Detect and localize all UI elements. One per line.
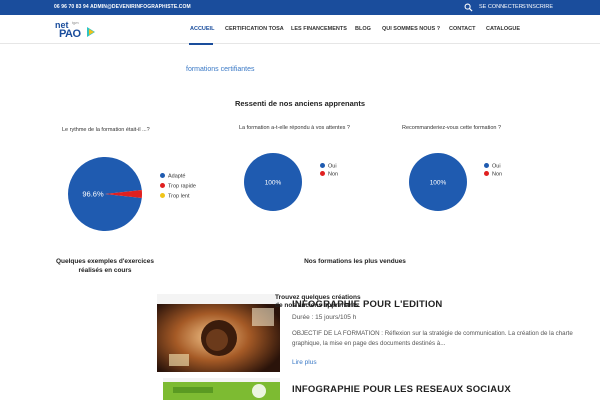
- search-icon[interactable]: [464, 3, 473, 12]
- course-title-reseaux-sociaux[interactable]: INFOGRAPHIE POUR LES RESEAUX SOCIAUX: [292, 384, 511, 395]
- legend-dot-icon: [160, 193, 165, 198]
- contact-info: 06 96 70 83 94 ADMIN@DEVENIRINFOGRAPHIST…: [54, 4, 191, 10]
- legend-dot-icon: [320, 171, 325, 176]
- legend-item-adapté: Adapté: [160, 173, 185, 180]
- course-image-reseaux-sociaux[interactable]: [163, 378, 280, 400]
- nav-accueil[interactable]: ACCUEIL: [190, 26, 214, 32]
- legend-item-oui: Oui: [484, 163, 501, 170]
- course-duration: Durée : 15 jours/105 h: [292, 314, 357, 321]
- legend-label: Adapté: [168, 173, 186, 180]
- legend-item-trop-lent: Trop lent: [160, 193, 190, 200]
- top-bar: 06 96 70 83 94 ADMIN@DEVENIRINFOGRAPHIST…: [0, 0, 600, 15]
- legend-label: Trop rapide: [168, 183, 196, 190]
- pie-chart-rythme: 96.6%: [68, 157, 142, 231]
- login-link[interactable]: SE CONNECTER: [479, 4, 523, 10]
- pie-center-label: 100%: [430, 180, 447, 187]
- nav-qui-sommes-nous[interactable]: QUI SOMMES NOUS ?: [382, 26, 440, 32]
- legend-dot-icon: [320, 163, 325, 168]
- logo-pao: PAO: [59, 28, 81, 40]
- nav-certification-tosa[interactable]: CERTIFICATION TOSA: [225, 26, 284, 32]
- bestsellers-heading: Nos formations les plus vendues: [304, 258, 406, 265]
- logo-arrow-accent-icon: [89, 29, 94, 35]
- question-recommandation: Recommanderiez-vous cette formation ?: [402, 125, 502, 131]
- question-attentes: La formation a-t-elle répondu à vos atte…: [239, 125, 350, 131]
- course-description: OBJECTIF DE LA FORMATION : Réflexion sur…: [292, 330, 573, 347]
- nav-catalogue[interactable]: CATALOGUE: [486, 26, 520, 32]
- survey-title: Ressenti de nos anciens apprenants: [234, 99, 366, 108]
- legend-item-non: Non: [320, 171, 338, 178]
- nav-financements[interactable]: LES FINANCEMENTS: [291, 26, 347, 32]
- site-logo[interactable]: net tgvn PAO: [55, 20, 97, 42]
- logo-tagline: tgvn: [72, 21, 79, 25]
- pie-chart-attentes: 100%: [244, 153, 302, 211]
- signup-link[interactable]: S'INSCRIRE: [522, 4, 553, 10]
- nav-blog[interactable]: BLOG: [355, 26, 371, 32]
- nav-active-indicator: [189, 43, 213, 45]
- examples-heading: Quelques exemples d'exercices réalisés e…: [55, 258, 155, 274]
- legend-label: Trop lent: [168, 193, 190, 200]
- course-title-edition[interactable]: INFOGRAPHIE POUR L'EDITION: [292, 299, 443, 310]
- nav-contact[interactable]: CONTACT: [449, 26, 475, 32]
- legend-dot-icon: [160, 183, 165, 188]
- legend-label: Oui: [492, 163, 501, 170]
- legend-item-non: Non: [484, 171, 502, 178]
- legend-label: Non: [492, 171, 503, 178]
- course-thumbnail: [163, 378, 280, 400]
- legend-dot-icon: [484, 171, 489, 176]
- legend-dot-icon: [484, 163, 489, 168]
- student-work-image: [157, 294, 280, 372]
- question-rythme: Le rythme de la formation était-il ...?: [62, 127, 150, 133]
- pie-center-label: 100%: [265, 180, 282, 187]
- student-work-slider[interactable]: [157, 294, 280, 372]
- pie-chart-recommandation: 100%: [409, 153, 467, 211]
- pie-center-label: 96.6%: [82, 190, 104, 199]
- legend-label: Oui: [328, 163, 337, 170]
- legend-dot-icon: [160, 173, 165, 178]
- formations-certifiantes-link[interactable]: formations certifiantes: [186, 66, 254, 73]
- read-more-link[interactable]: Lire plus: [292, 359, 317, 366]
- main-header: net tgvn PAO ACCUEIL CERTIFICATION TOSA …: [0, 15, 600, 45]
- legend-label: Non: [328, 171, 339, 178]
- legend-item-oui: Oui: [320, 163, 337, 170]
- legend-item-trop-rapide: Trop rapide: [160, 183, 196, 190]
